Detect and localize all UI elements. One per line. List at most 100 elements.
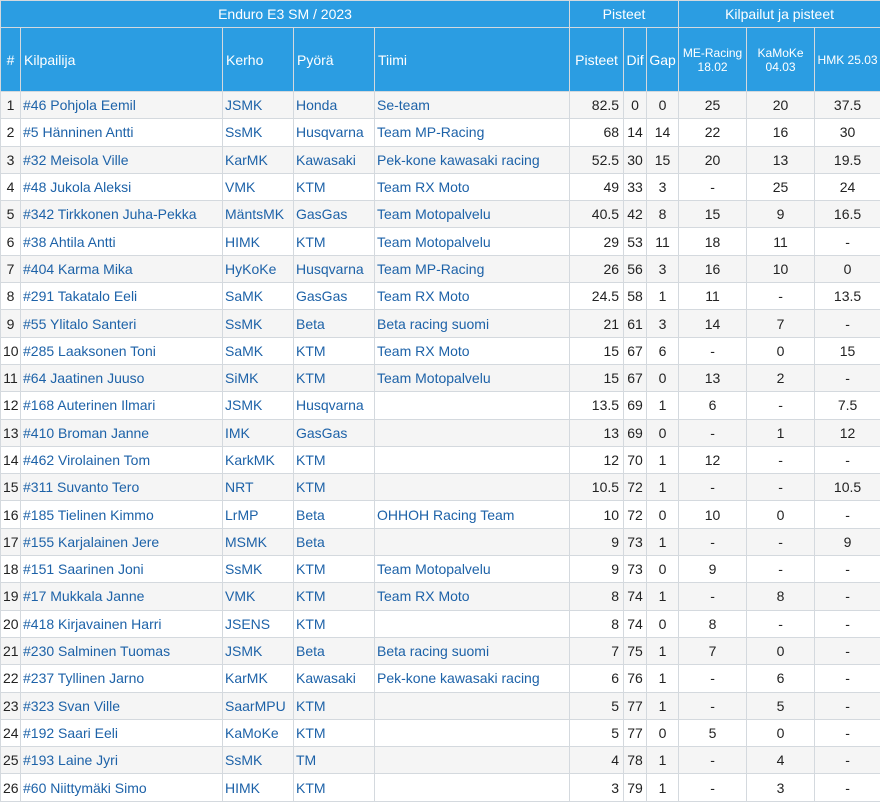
row-club[interactable]: NRT <box>222 473 294 502</box>
row-bike[interactable]: Beta <box>293 636 375 666</box>
row-rider-name[interactable]: #291 Takatalo Eeli <box>20 282 223 311</box>
col-pos[interactable]: # <box>0 27 21 92</box>
row-rider-name[interactable]: #237 Tyllinen Jarno <box>20 664 223 693</box>
row-rider-name[interactable]: #55 Ylitalo Santeri <box>20 309 223 338</box>
col-gap[interactable]: Gap <box>646 27 680 92</box>
row-bike[interactable]: KTM <box>293 445 375 475</box>
row-rider-name[interactable]: #192 Saari Eeli <box>20 718 223 748</box>
row-club[interactable]: MSMK <box>222 527 294 557</box>
row-club[interactable]: HIMK <box>222 227 294 256</box>
row-club[interactable]: LrMP <box>222 500 294 529</box>
row-rider-name[interactable]: #155 Karjalainen Jere <box>20 527 223 557</box>
row-bike[interactable]: KTM <box>293 609 375 638</box>
row-rider-name[interactable]: #60 Niittymäki Simo <box>20 773 223 802</box>
row-bike[interactable]: KTM <box>293 172 375 202</box>
row-bike[interactable]: TM <box>293 746 375 775</box>
row-bike[interactable]: Kawasaki <box>293 145 375 174</box>
row-rider-name[interactable]: #168 Auterinen Ilmari <box>20 391 223 420</box>
col-race-hmk[interactable]: HMK 25.03 <box>814 27 880 92</box>
row-rider-name[interactable]: #32 Meisola Ville <box>20 145 223 174</box>
col-club[interactable]: Kerho <box>222 27 294 92</box>
row-rider-name[interactable]: #46 Pohjola Eemil <box>20 90 223 120</box>
row-team[interactable]: OHHOH Racing Team <box>373 500 571 529</box>
row-rider-name[interactable]: #311 Suvanto Tero <box>20 473 223 502</box>
row-bike[interactable]: KTM <box>293 336 375 365</box>
row-rider-name[interactable]: #285 Laaksonen Toni <box>20 336 223 365</box>
row-rider-name[interactable]: #17 Mukkala Janne <box>20 582 223 611</box>
row-team[interactable]: Team Motopalvelu <box>373 363 571 393</box>
col-team[interactable]: Tiimi <box>373 27 571 92</box>
row-team[interactable]: Team MP-Racing <box>373 118 571 147</box>
row-rider-name[interactable]: #462 Virolainen Tom <box>20 445 223 475</box>
row-rider-name[interactable]: #342 Tirkkonen Juha-Pekka <box>20 200 223 229</box>
row-rider-name[interactable]: #64 Jaatinen Juuso <box>20 363 223 393</box>
row-bike[interactable]: Husqvarna <box>293 391 375 420</box>
row-club[interactable]: HIMK <box>222 773 294 802</box>
row-team[interactable]: Se-team <box>373 90 571 120</box>
row-team[interactable]: Team Motopalvelu <box>373 200 571 229</box>
row-club[interactable]: JSMK <box>222 90 294 120</box>
row-team[interactable]: Team Motopalvelu <box>373 555 571 584</box>
row-team[interactable]: Pek-kone kawasaki racing <box>373 145 571 174</box>
col-race-kamoke[interactable]: KaMoKe 04.03 <box>746 27 816 92</box>
col-dif[interactable]: Dif <box>623 27 648 92</box>
row-rider-name[interactable]: #38 Ahtila Antti <box>20 227 223 256</box>
row-team[interactable]: Team RX Moto <box>373 172 571 202</box>
row-team[interactable]: Team RX Moto <box>373 336 571 365</box>
row-bike[interactable]: GasGas <box>293 282 375 311</box>
row-bike[interactable]: KTM <box>293 582 375 611</box>
row-rider-name[interactable]: #418 Kirjavainen Harri <box>20 609 223 638</box>
row-rider-name[interactable]: #185 Tielinen Kimmo <box>20 500 223 529</box>
row-club[interactable]: MäntsMK <box>222 200 294 229</box>
row-club[interactable]: KarMK <box>222 664 294 693</box>
col-points[interactable]: Pisteet <box>569 27 625 92</box>
row-bike[interactable]: Honda <box>293 90 375 120</box>
row-bike[interactable]: Kawasaki <box>293 664 375 693</box>
row-bike[interactable]: Husqvarna <box>293 118 375 147</box>
row-club[interactable]: SsMK <box>222 118 294 147</box>
row-team[interactable]: Beta racing suomi <box>373 309 571 338</box>
row-club[interactable]: SsMK <box>222 309 294 338</box>
row-rider-name[interactable]: #323 Svan Ville <box>20 691 223 720</box>
row-club[interactable]: IMK <box>222 418 294 447</box>
col-race-me-racing[interactable]: ME-Racing 18.02 <box>678 27 748 92</box>
row-bike[interactable]: KTM <box>293 363 375 393</box>
row-club[interactable]: SiMK <box>222 363 294 393</box>
row-bike[interactable]: KTM <box>293 473 375 502</box>
row-bike[interactable]: GasGas <box>293 200 375 229</box>
row-club[interactable]: SsMK <box>222 746 294 775</box>
row-club[interactable]: VMK <box>222 582 294 611</box>
row-bike[interactable]: Beta <box>293 500 375 529</box>
row-bike[interactable]: Beta <box>293 309 375 338</box>
row-rider-name[interactable]: #5 Hänninen Antti <box>20 118 223 147</box>
row-club[interactable]: JSMK <box>222 391 294 420</box>
row-club[interactable]: JSENS <box>222 609 294 638</box>
row-bike[interactable]: KTM <box>293 773 375 802</box>
row-rider-name[interactable]: #151 Saarinen Joni <box>20 555 223 584</box>
row-rider-name[interactable]: #230 Salminen Tuomas <box>20 636 223 666</box>
row-club[interactable]: SaMK <box>222 336 294 365</box>
col-rider[interactable]: Kilpailija <box>20 27 223 92</box>
row-club[interactable]: SsMK <box>222 555 294 584</box>
row-team[interactable]: Pek-kone kawasaki racing <box>373 664 571 693</box>
row-club[interactable]: KarMK <box>222 145 294 174</box>
row-team[interactable]: Team MP-Racing <box>373 254 571 284</box>
row-rider-name[interactable]: #48 Jukola Aleksi <box>20 172 223 202</box>
row-team[interactable]: Beta racing suomi <box>373 636 571 666</box>
row-team[interactable]: Team RX Moto <box>373 282 571 311</box>
row-club[interactable]: SaMK <box>222 282 294 311</box>
row-club[interactable]: HyKoKe <box>222 254 294 284</box>
row-rider-name[interactable]: #410 Broman Janne <box>20 418 223 447</box>
col-bike[interactable]: Pyörä <box>293 27 375 92</box>
row-rider-name[interactable]: #193 Laine Jyri <box>20 746 223 775</box>
row-club[interactable]: SaarMPU <box>222 691 294 720</box>
row-team[interactable]: Team Motopalvelu <box>373 227 571 256</box>
row-bike[interactable]: KTM <box>293 227 375 256</box>
row-club[interactable]: JSMK <box>222 636 294 666</box>
row-bike[interactable]: KTM <box>293 555 375 584</box>
row-club[interactable]: KarkMK <box>222 445 294 475</box>
row-bike[interactable]: KTM <box>293 718 375 748</box>
row-bike[interactable]: GasGas <box>293 418 375 447</box>
row-club[interactable]: VMK <box>222 172 294 202</box>
row-bike[interactable]: KTM <box>293 691 375 720</box>
